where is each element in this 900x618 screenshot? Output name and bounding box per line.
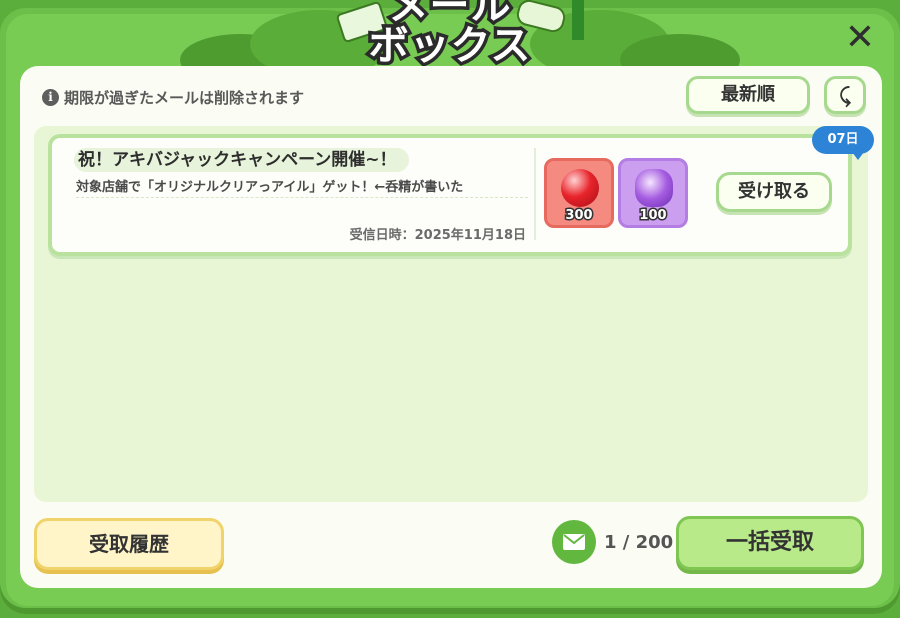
receive-history-button[interactable]: 受取履歴: [34, 518, 224, 570]
days-left-badge: 07日: [812, 126, 874, 160]
purple-crystal-gem-icon: [635, 169, 673, 207]
mail-panel: i 期限が過ぎたメールは削除されます 最新順 ⤹ 祝！アキバジャックキャンペーン…: [20, 66, 882, 588]
mail-title: 祝！アキバジャックキャンペーン開催~！: [74, 148, 409, 172]
mail-description: 対象店舗で「オリジナルクリアっアイル」ゲット！←呑精が書いた: [76, 178, 528, 198]
receive-button[interactable]: 受け取る: [716, 172, 832, 212]
mail-received-date: 受信日時：2025年11月18日: [349, 228, 526, 243]
info-icon: i: [42, 88, 59, 106]
mail-divider: [534, 148, 536, 240]
sort-newest-button[interactable]: 最新順: [686, 76, 810, 114]
bulk-receive-button[interactable]: 一括受取: [676, 516, 864, 570]
sort-order-icon[interactable]: ⤹: [824, 76, 866, 114]
red-candy-gem-icon: [561, 169, 599, 207]
mail-count: 1 / 200: [552, 520, 673, 564]
reward-quantity: 100: [638, 207, 668, 225]
envelope-icon: [552, 520, 596, 564]
expiry-notice: i 期限が過ぎたメールは削除されます: [42, 86, 304, 108]
title-line2: ボックス: [365, 23, 534, 70]
mailbox-title: メール ボックス: [330, 0, 570, 70]
close-icon[interactable]: ✕: [838, 16, 882, 60]
reward-quantity: 300: [564, 207, 594, 225]
notice-text: 期限が過ぎたメールは削除されます: [64, 88, 305, 107]
mail-item: 祝！アキバジャックキャンペーン開催~！ 対象店舗で「オリジナルクリアっアイル」ゲ…: [48, 126, 874, 256]
reward-item[interactable]: 100: [618, 158, 688, 228]
reward-item[interactable]: 300: [544, 158, 614, 228]
mail-count-text: 1 / 200: [604, 531, 674, 553]
mail-list[interactable]: 祝！アキバジャックキャンペーン開催~！ 対象店舗で「オリジナルクリアっアイル」ゲ…: [34, 126, 874, 502]
